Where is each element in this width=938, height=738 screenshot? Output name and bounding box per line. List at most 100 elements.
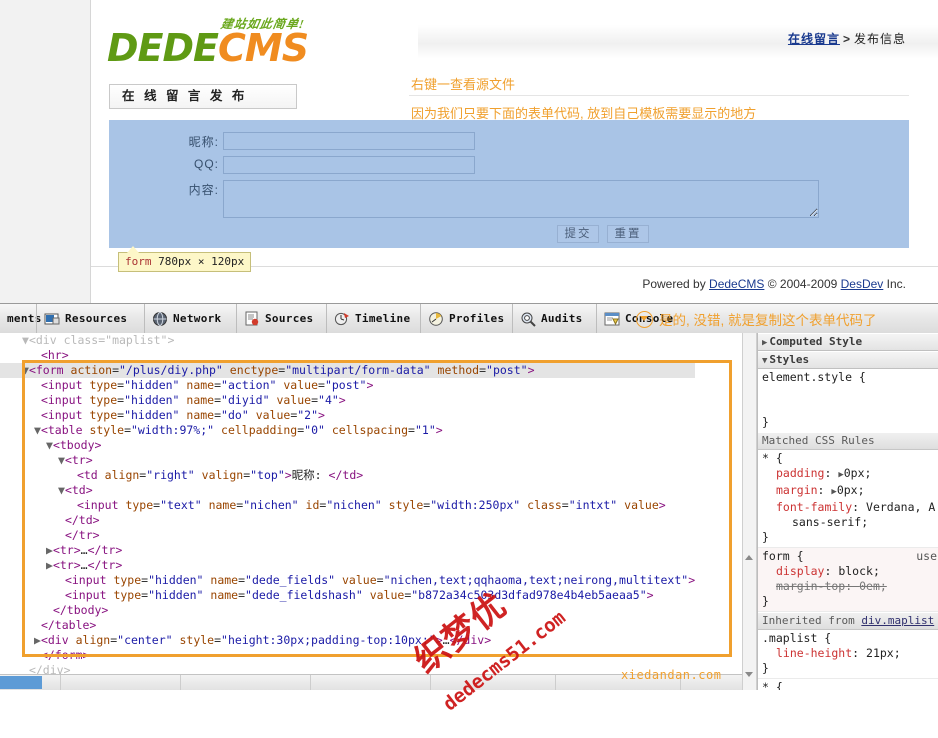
tree-twisty-icon[interactable]: ▼ [58, 453, 65, 467]
logo-dede-text: DEDE [107, 26, 219, 70]
tree-twisty-icon[interactable]: ▼ [34, 423, 41, 437]
dom-line[interactable]: ▶<tr>…</tr> [0, 543, 695, 558]
element-style-rule[interactable]: element.style { } [758, 369, 938, 432]
dom-line[interactable]: ▼<tbody> [0, 438, 695, 453]
matched-css-rules-header: Matched CSS Rules [758, 432, 938, 450]
dom-pane-scrollbar[interactable] [742, 333, 757, 690]
dom-line[interactable]: <input type="hidden" name="do" value="2"… [0, 408, 695, 423]
dom-line[interactable]: ▼<tr> [0, 453, 695, 468]
callout-copy-form-code: 是的, 没错, 就是复制这个表单代码了 [636, 309, 877, 329]
css-val-font-family-cont: sans-serif; [792, 515, 869, 529]
tree-twisty-icon[interactable]: ▶ [46, 543, 53, 557]
resources-icon [44, 311, 60, 327]
css-rule-form-source: use [916, 549, 937, 563]
inspector-tooltip-tag: form [125, 255, 152, 268]
dom-line[interactable]: ▼<table style="width:97%;" cellpadding="… [0, 423, 695, 438]
dom-line[interactable]: <input type="hidden" name="dede_fields" … [0, 573, 695, 588]
css-rule-universal-2[interactable]: * { [758, 679, 938, 690]
dom-line[interactable]: </tbody> [0, 603, 695, 618]
dom-line[interactable]: ▶<tr>…</tr> [0, 558, 695, 573]
link-desdev[interactable]: DesDev [841, 277, 884, 291]
dom-line[interactable]: ▼<div class="maplist"> [0, 333, 695, 348]
dom-line[interactable]: </table> [0, 618, 695, 633]
styles-sidebar[interactable]: ▶ Computed Style ▼ Styles element.style { … [757, 333, 938, 690]
css-rule-maplist[interactable]: .maplist { line-height: 21px; } [758, 630, 938, 679]
css-prop-display: display [776, 564, 825, 578]
site-header: 建站如此简单! DEDECMS 在线留言 > 发布信息 在 线 留 言 发 布 右键… [91, 0, 938, 121]
input-qq[interactable] [223, 156, 475, 174]
link-dedecms[interactable]: DedeCMS [709, 277, 764, 291]
devtools-tab-resources[interactable]: Resources [36, 304, 144, 333]
element-style-close: } [762, 415, 769, 429]
css-val-padding: 0px; [843, 466, 872, 480]
dom-line[interactable]: ▶<div align="center" style="height:30px;… [0, 633, 695, 648]
css-prop-margin: margin [776, 483, 818, 497]
network-icon [152, 311, 168, 327]
devtools-tab-sources[interactable]: Sources [236, 304, 326, 333]
scroll-down-icon[interactable] [745, 672, 753, 677]
dom-line[interactable]: <input type="hidden" name="diyid" value=… [0, 393, 695, 408]
css-val-display: block; [838, 564, 880, 578]
styles-header[interactable]: ▼ Styles [758, 351, 938, 369]
devtools-tab-label: Sources [265, 312, 314, 325]
computed-style-label: Computed Style [769, 335, 863, 348]
chevron-down-icon: ▼ [762, 356, 768, 366]
css-rule-universal-selector: * { [762, 451, 783, 465]
page-title: 在 线 留 言 发 布 [109, 84, 297, 109]
css-decl-margin-top-overridden[interactable]: margin-top: 0em; [762, 579, 887, 593]
label-content: 内容: [188, 183, 219, 197]
dom-line[interactable]: </tr> [0, 528, 695, 543]
dedecms-logo[interactable]: 建站如此简单! DEDECMS [107, 17, 337, 70]
css-rule-form[interactable]: form {use display: block; margin-top: 0e… [758, 548, 938, 612]
timeline-icon [334, 311, 350, 327]
tree-twisty-icon[interactable]: ▶ [46, 558, 53, 572]
status-progress [0, 676, 42, 689]
scroll-up-icon[interactable] [745, 555, 753, 560]
inspector-tooltip-size: 780px × 120px [151, 255, 245, 268]
css-rule-form-selector: form { [762, 549, 804, 563]
devtools-tab-network[interactable]: Network [144, 304, 236, 333]
tree-twisty-icon[interactable]: ▶ [34, 633, 41, 647]
computed-style-header[interactable]: ▶ Computed Style [758, 333, 938, 351]
css-rule-universal-close: } [762, 530, 769, 544]
input-content[interactable] [223, 180, 819, 218]
css-rule-maplist-close: } [762, 661, 769, 675]
tree-twisty-icon[interactable]: ▼ [46, 438, 53, 452]
breadcrumb: 在线留言 > 发布信息 [788, 30, 906, 47]
css-rule-maplist-selector: .maplist { [762, 631, 832, 645]
submit-button[interactable]: 提交 [557, 225, 599, 243]
callout-text: 是的, 没错, 就是复制这个表单代码了 [659, 313, 877, 328]
tree-twisty-icon[interactable]: ▼ [22, 333, 29, 347]
devtools-panel: ments Resources Network Sources Timeline Prof… [0, 303, 938, 715]
devtools-tab-timeline[interactable]: Timeline [326, 304, 420, 333]
tree-twisty-icon[interactable]: ▼ [22, 363, 29, 377]
dom-line[interactable]: <input type="text" name="nichen" id="nic… [0, 498, 695, 513]
dom-line[interactable]: <hr> [0, 348, 695, 363]
bottom-watermark: xiedandan.com [621, 668, 722, 682]
css-rule-universal[interactable]: * { padding: ▶0px; margin: ▶0px; font-fa… [758, 450, 938, 548]
dom-line[interactable]: <input type="hidden" name="dede_fieldsha… [0, 588, 695, 603]
breadcrumb-link-messages[interactable]: 在线留言 [788, 32, 840, 46]
devtools-tab-audits[interactable]: Audits [512, 304, 596, 333]
logo-cms-text: CMS [218, 26, 309, 70]
reset-button[interactable]: 重置 [607, 225, 649, 243]
devtools-tab-profiles[interactable]: Profiles [420, 304, 512, 333]
css-prop-margin-top: margin-top [776, 579, 846, 593]
dom-tree-pane[interactable]: ▼<div class="maplist"> <hr> ▼<form action… [0, 333, 742, 690]
dom-line[interactable]: </td> [0, 513, 695, 528]
dom-line[interactable]: <input type="hidden" name="action" value… [0, 378, 695, 393]
dom-line[interactable]: ▼<form action="/plus/diy.php" enctype="m… [0, 363, 696, 378]
note-divider [409, 95, 909, 96]
inherited-source-link[interactable]: div.maplist [861, 614, 934, 627]
css-val-margin: 0px; [836, 483, 865, 497]
dom-line[interactable]: </form> [0, 648, 695, 663]
css-val-margin-top: 0em; [859, 579, 887, 593]
devtools-body: ▼<div class="maplist"> <hr> ▼<form action… [0, 333, 938, 690]
dom-line[interactable]: <td align="right" valign="top">昵称: </td> [0, 468, 695, 483]
tree-twisty-icon[interactable]: ▼ [58, 483, 65, 497]
dom-line[interactable]: ▼<td> [0, 483, 695, 498]
input-nickname[interactable] [223, 132, 475, 150]
audits-icon [520, 311, 536, 327]
console-icon [604, 311, 620, 327]
breadcrumb-current: 发布信息 [853, 32, 906, 46]
